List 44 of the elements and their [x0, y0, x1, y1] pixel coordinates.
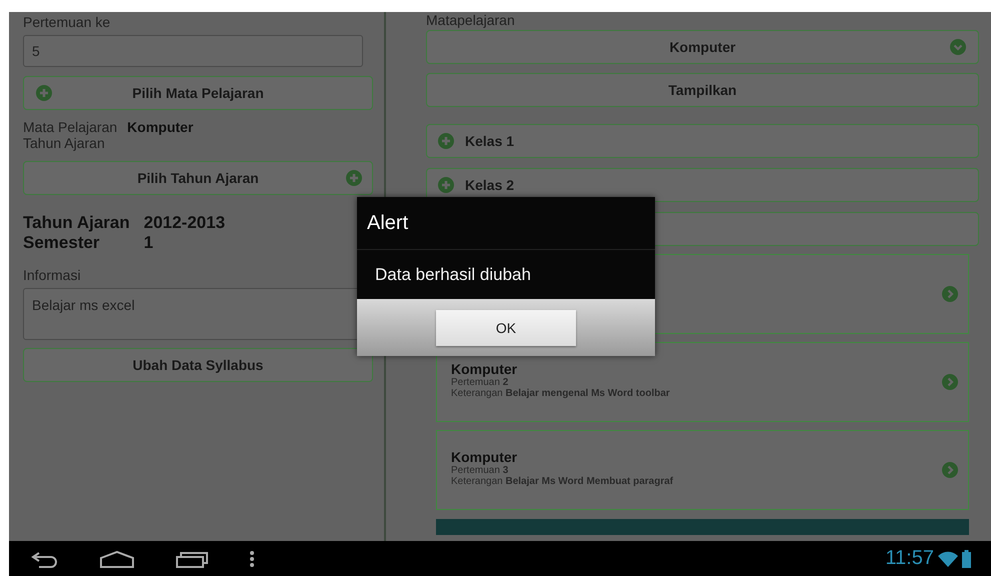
show-button[interactable]: Tampilkan — [426, 73, 979, 107]
subject-dropdown[interactable]: Komputer — [426, 30, 979, 64]
chevron-down-icon — [950, 39, 966, 55]
summary-value: 1 — [144, 233, 154, 253]
pick-year-button[interactable]: Pilih Tahun Ajaran — [23, 161, 373, 195]
summary-label: Tahun Ajaran — [23, 213, 130, 233]
field-label: Matapelajaran — [426, 12, 516, 28]
update-syllabus-button[interactable]: Ubah Data Syllabus — [23, 348, 373, 382]
summary-value: 2012-2013 — [144, 213, 226, 233]
plus-icon — [438, 133, 454, 149]
plus-icon — [36, 85, 52, 101]
pick-subject-button[interactable]: Pilih Mata Pelajaran — [23, 76, 373, 110]
back-icon[interactable] — [29, 550, 59, 568]
battery-icon — [962, 550, 971, 568]
clock-time: 11:57 — [885, 547, 934, 570]
note-text: Keterangan Belajar mengenal Ms Word toolbar — [451, 388, 670, 399]
meeting-input-field[interactable]: 5 — [23, 35, 363, 67]
syllabus-card[interactable]: Komputer Pertemuan 3 Keterangan Belajar Ms Word Membuat paragraf — [436, 430, 969, 510]
plus-icon — [346, 170, 362, 186]
recent-apps-icon[interactable] — [175, 550, 209, 568]
note-text: Keterangan Belajar Ms Word Membuat paragraf — [451, 476, 674, 487]
summary-label: Semester — [23, 233, 101, 253]
syllabus-card[interactable]: Komputer Pertemuan 2 Keterangan Belajar mengenal Ms Word toolbar — [436, 342, 969, 422]
chevron-right-icon — [942, 374, 958, 390]
field-label: Pertemuan ke — [23, 14, 112, 30]
subject-value: Komputer — [127, 119, 194, 135]
syllabus-title: Komputer — [451, 361, 518, 377]
meeting-text: Pertemuan 3 — [451, 465, 508, 476]
wifi-icon — [938, 550, 958, 566]
ok-button[interactable]: OK — [436, 310, 576, 346]
chevron-right-icon — [942, 462, 958, 478]
plus-icon — [438, 177, 454, 193]
syllabus-title: Komputer — [451, 449, 518, 465]
field-label: Tahun Ajaran — [23, 135, 106, 151]
meeting-text: Pertemuan 2 — [451, 377, 508, 388]
class-row[interactable]: Kelas 1 — [426, 124, 979, 158]
dialog-title: Alert — [357, 197, 655, 250]
menu-icon[interactable] — [249, 550, 255, 568]
chevron-right-icon — [942, 286, 958, 302]
class-row[interactable]: Kelas 2 — [426, 168, 979, 202]
home-icon[interactable] — [99, 550, 135, 568]
field-label: Informasi — [23, 267, 82, 283]
field-label: Mata Pelajaran — [23, 119, 118, 135]
dialog-message: Data berhasil diubah — [357, 250, 655, 299]
